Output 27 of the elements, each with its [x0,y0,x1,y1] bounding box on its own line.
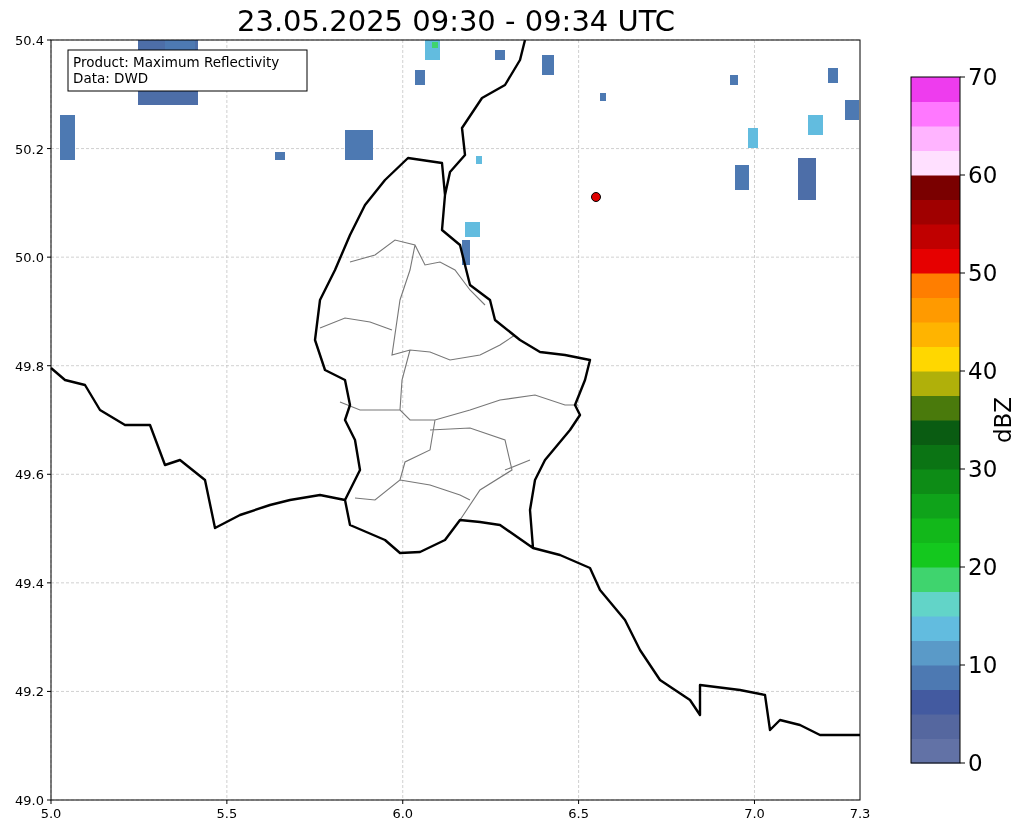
y-tick-label: 49.8 [15,358,44,374]
colorbar-label: dBZ [990,396,1016,444]
y-tick-label: 49.4 [15,575,44,591]
colorbar-tick-label: 10 [968,652,998,678]
colorbar-tick-label: 60 [968,162,998,188]
colorbar-tick-label: 50 [968,260,998,286]
colorbar-tick-label: 0 [968,750,983,776]
colorbar-tick-label: 20 [968,554,998,580]
annotation-text: Data: DWD [73,70,149,86]
y-tick-label: 49.6 [15,467,44,483]
colorbar-tick-label: 70 [968,64,998,90]
y-tick-label: 50.4 [15,33,44,48]
y-tick-label: 49.2 [15,684,44,700]
location-marker [591,192,601,202]
x-tick-label: 5.5 [216,806,238,821]
colorbar-tick-label: 40 [968,358,998,384]
x-tick-label: 7.0 [744,806,765,821]
annotation-text: Product: Maximum Reflectivity [73,54,280,70]
colorbar-tick-label: 30 [968,456,998,482]
x-tick-label: 6.5 [568,806,589,821]
y-tick-label: 49.0 [15,793,44,808]
y-tick-label: 50.0 [15,250,44,266]
chart-title: 23.05.2025 09:30 - 09:34 UTC [237,4,675,38]
x-tick-label: 6.0 [392,806,414,821]
x-tick-label: 7.3 [849,806,871,821]
x-tick-label: 5.0 [40,806,62,821]
y-tick-label: 50.2 [15,141,44,157]
